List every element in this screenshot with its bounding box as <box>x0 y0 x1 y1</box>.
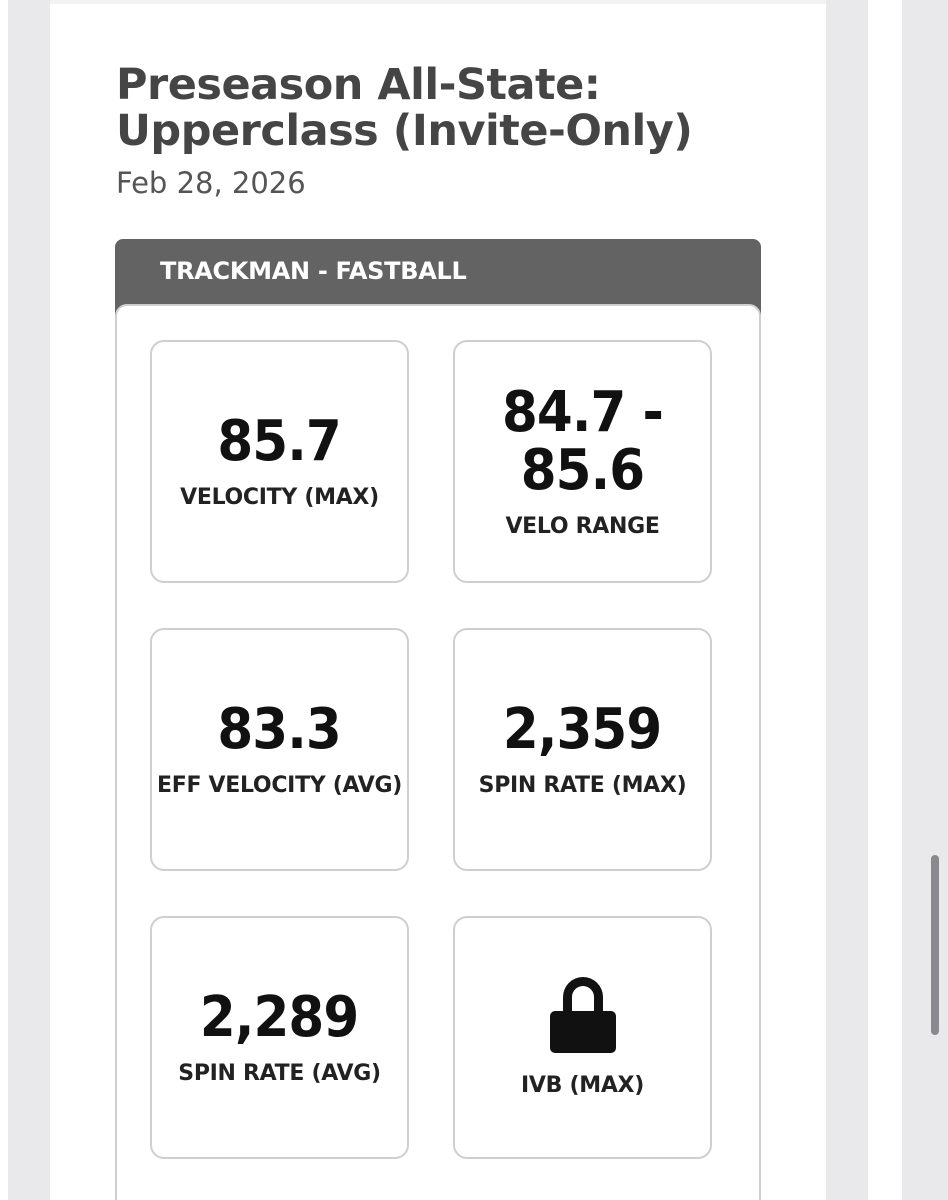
title-line-1: Preseason All-State: <box>116 60 601 110</box>
panel-header-label: TRACKMAN - FASTBALL <box>160 257 467 285</box>
stat-label: SPIN RATE (AVG) <box>178 1061 381 1086</box>
stat-value: 2,289 <box>200 985 359 1050</box>
trackman-panel: 85.7 VELOCITY (MAX) 84.7 - 85.6 VELO RAN… <box>115 304 761 1200</box>
stat-value: 83.3 <box>217 697 342 762</box>
stat-tile-ivb-max[interactable]: IVB (MAX) <box>453 916 712 1159</box>
stat-label: VELO RANGE <box>505 514 660 539</box>
stat-value: 85.7 <box>217 409 342 474</box>
left-gutter <box>0 0 50 1200</box>
stat-tile-velocity-max: 85.7 VELOCITY (MAX) <box>150 340 409 583</box>
event-card: Preseason All-State: Upperclass (Invite-… <box>50 0 826 1200</box>
lock-icon <box>549 977 616 1053</box>
event-date: Feb 28, 2026 <box>116 166 306 200</box>
stat-value: 2,359 <box>503 697 662 762</box>
stat-tile-spin-rate-max: 2,359 SPIN RATE (MAX) <box>453 628 712 871</box>
stat-label: IVB (MAX) <box>521 1073 644 1098</box>
scrollbar[interactable] <box>931 855 939 1035</box>
event-title: Preseason All-State: Upperclass (Invite-… <box>116 62 816 154</box>
stat-tile-spin-rate-avg: 2,289 SPIN RATE (AVG) <box>150 916 409 1159</box>
stat-label: SPIN RATE (MAX) <box>478 773 687 798</box>
title-line-2: Upperclass (Invite-Only) <box>116 106 693 156</box>
stat-value-line-2: 85.6 <box>520 438 645 503</box>
stat-tile-velo-range: 84.7 - 85.6 VELO RANGE <box>453 340 712 583</box>
stat-label: EFF VELOCITY (AVG) <box>157 773 402 798</box>
stat-value-line-1: 84.7 - <box>502 380 664 445</box>
stat-label: VELOCITY (MAX) <box>180 485 379 510</box>
stat-tile-eff-velocity-avg: 83.3 EFF VELOCITY (AVG) <box>150 628 409 871</box>
page: Preseason All-State: Upperclass (Invite-… <box>0 0 948 1200</box>
stat-value: 84.7 - 85.6 <box>502 384 664 503</box>
right-gutter <box>826 0 948 1200</box>
